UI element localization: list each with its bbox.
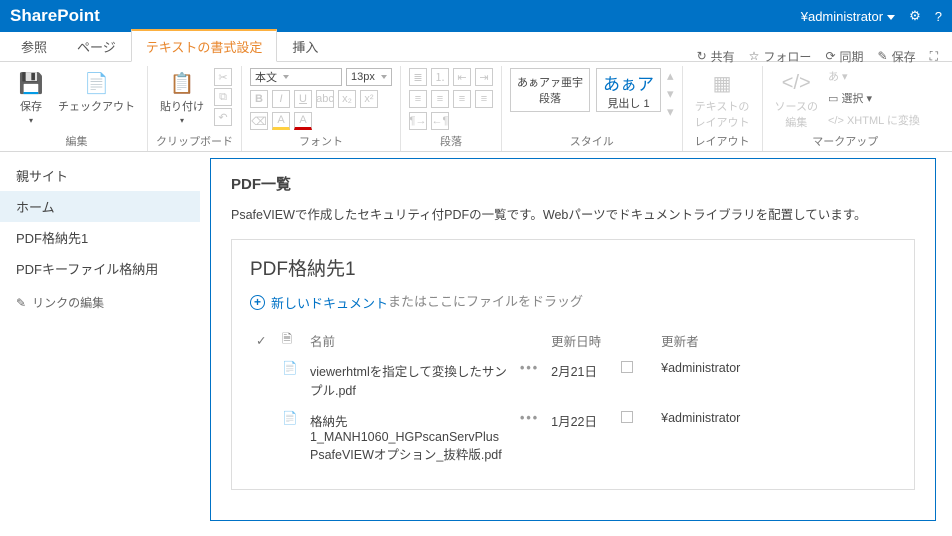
rtl-button[interactable]: ←¶ [431, 112, 449, 130]
file-table: ✓ 🗎 名前 更新日時 更新者 📄 vie [250, 326, 896, 469]
text-layout-button[interactable]: ▦ テキストの レイアウト [691, 68, 754, 132]
col-type-icon[interactable]: 🗎 [276, 326, 304, 355]
edit-links-button[interactable]: ✎リンクの編集 [0, 284, 200, 321]
sidebar-item-pdf1[interactable]: PDF格納先1 [0, 222, 200, 253]
list-title: PDF格納先1 [250, 254, 896, 281]
font-color-button[interactable]: A [294, 112, 312, 130]
font-size-select[interactable]: 13px [346, 68, 392, 86]
convert-xhtml-button[interactable]: </> XHTML に変換 [828, 112, 920, 128]
edit-source-button[interactable]: </> ソースの 編集 [771, 68, 822, 132]
sidebar-item-parent[interactable]: 親サイト [0, 160, 200, 191]
brand: SharePoint [10, 6, 801, 26]
cut-icon[interactable]: ✂ [214, 68, 232, 86]
align-justify-button[interactable]: ≡ [475, 90, 493, 108]
col-name[interactable]: 名前 [304, 326, 514, 355]
col-check[interactable]: ✓ [250, 326, 276, 355]
align-right-button[interactable]: ≡ [453, 90, 471, 108]
numbered-list-button[interactable]: ⒈ [431, 68, 449, 86]
superscript-button[interactable]: x² [360, 90, 378, 108]
file-name[interactable]: viewerhtmlを指定して変換したサンプル.pdf [304, 355, 514, 405]
file-modifiedby: ¥administrator [655, 355, 896, 405]
align-center-button[interactable]: ≡ [431, 90, 449, 108]
plus-icon: + [250, 295, 265, 310]
clear-format-button[interactable]: ⌫ [250, 112, 268, 130]
help-icon[interactable]: ? [935, 9, 942, 24]
align-left-button[interactable]: ≡ [409, 90, 427, 108]
style-option-heading1[interactable]: あぁア 見出し 1 [596, 68, 661, 112]
drag-hint: またはここにファイルをドラッグ [388, 294, 583, 309]
ltr-button[interactable]: ¶→ [409, 112, 427, 130]
panel-title: PDF一覧 [231, 173, 915, 194]
user-menu[interactable]: ¥administrator [801, 9, 895, 24]
fullscreen-icon[interactable]: ⛶ [930, 49, 938, 64]
bold-button[interactable]: B [250, 90, 268, 108]
follow-button[interactable]: ☆ フォロー [749, 48, 812, 65]
bullet-list-button[interactable]: ≣ [409, 68, 427, 86]
styles-more-icon[interactable]: ▾ [667, 104, 674, 120]
group-clipboard-label: クリップボード [156, 133, 233, 149]
font-family-select[interactable]: 本文 [250, 68, 342, 86]
undo-icon[interactable]: ↶ [214, 108, 232, 126]
paste-button[interactable]: 📋 貼り付け ▾ [156, 68, 208, 127]
group-font-label: フォント [250, 133, 392, 149]
pencil-icon: ✎ [16, 296, 26, 310]
file-modified: 1月22日 [545, 405, 615, 469]
sidebar-item-pdfkey[interactable]: PDFキーファイル格納用 [0, 253, 200, 284]
row-checkbox[interactable] [621, 361, 633, 373]
table-row: 📄 格納先1_MANH1060_HGPscanServPlus PsafeVIE… [250, 405, 896, 469]
group-edit-label: 編集 [14, 133, 139, 149]
pdf-icon: 📄 [282, 411, 298, 427]
col-modified[interactable]: 更新日時 [545, 326, 615, 355]
new-document-button[interactable]: + 新しいドキュメント [250, 293, 388, 312]
select-button[interactable]: ▭ 選択 ▾ [828, 90, 920, 106]
highlight-button[interactable]: A [272, 112, 290, 130]
file-name[interactable]: 格納先1_MANH1060_HGPscanServPlus PsafeVIEWオ… [304, 405, 514, 469]
group-markup-label: マークアップ [771, 133, 920, 149]
strike-button[interactable]: abc [316, 90, 334, 108]
indent-button[interactable]: ⇥ [475, 68, 493, 86]
tab-insert[interactable]: 挿入 [277, 30, 333, 62]
file-modified: 2月21日 [545, 355, 615, 405]
underline-button[interactable]: U [294, 90, 312, 108]
row-menu-button[interactable]: ••• [520, 411, 539, 425]
content-panel: PDF一覧 PsafeVIEWで作成したセキュリティ付PDFの一覧です。Webパ… [210, 158, 936, 521]
left-nav: 親サイト ホーム PDF格納先1 PDFキーファイル格納用 ✎リンクの編集 [0, 152, 200, 536]
row-checkbox[interactable] [621, 411, 633, 423]
tab-format-text[interactable]: テキストの書式設定 [131, 29, 278, 62]
share-button[interactable]: ↻ 共有 [697, 48, 735, 65]
table-row: 📄 viewerhtmlを指定して変換したサンプル.pdf ••• 2月21日 … [250, 355, 896, 405]
group-paragraph-label: 段落 [409, 133, 493, 149]
styles-down-icon[interactable]: ▾ [667, 86, 674, 102]
sidebar-item-home[interactable]: ホーム [0, 191, 200, 222]
save-button[interactable]: ✎ 保存 [878, 48, 916, 65]
italic-button[interactable]: I [272, 90, 290, 108]
save-big-button[interactable]: 💾 保存 ▾ [14, 68, 48, 127]
group-styles-label: スタイル [510, 133, 674, 149]
pdf-icon: 📄 [282, 361, 298, 377]
panel-desc: PsafeVIEWで作成したセキュリティ付PDFの一覧です。Webパーツでドキュ… [231, 204, 915, 223]
outdent-button[interactable]: ⇤ [453, 68, 471, 86]
row-menu-button[interactable]: ••• [520, 361, 539, 375]
style-option-paragraph[interactable]: あぁアァ亜宇 段落 [510, 68, 590, 112]
col-modifiedby[interactable]: 更新者 [655, 326, 896, 355]
tab-browse[interactable]: 参照 [6, 30, 62, 62]
checkout-button[interactable]: 📄 チェックアウト [54, 68, 139, 116]
subscript-button[interactable]: x₂ [338, 90, 356, 108]
sync-button[interactable]: ⟳ 同期 [825, 48, 863, 65]
tab-page[interactable]: ページ [62, 30, 131, 62]
file-modifiedby: ¥administrator [655, 405, 896, 469]
copy-icon[interactable]: ⧉ [214, 88, 232, 106]
group-layout-label: レイアウト [691, 133, 754, 149]
language-button[interactable]: あ ▾ [828, 68, 920, 84]
styles-up-icon[interactable]: ▴ [667, 68, 674, 84]
gear-icon[interactable]: ⚙ [909, 8, 921, 24]
